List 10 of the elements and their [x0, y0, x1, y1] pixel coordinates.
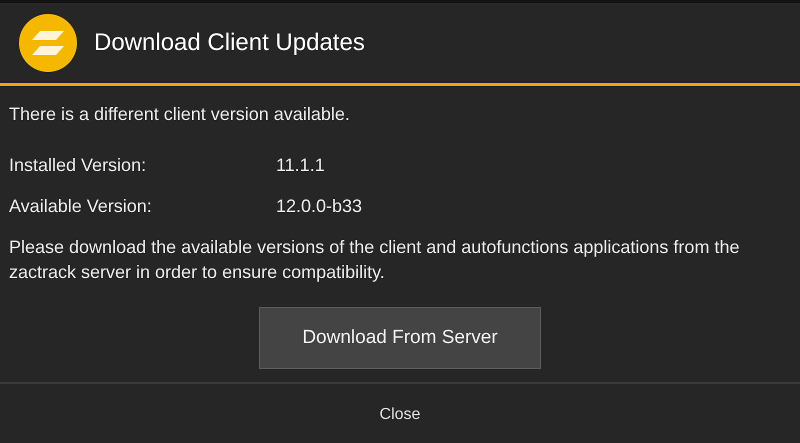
- note-text: Please download the available versions of the client and autofunctions applications from the zactrack server in order to ensure compatibility.: [9, 236, 740, 284]
- version-label: Available Version:: [9, 196, 153, 217]
- version-label: Installed Version:: [9, 155, 148, 176]
- close-button[interactable]: Close: [368, 400, 432, 430]
- version-value: 12.0.0-b33: [276, 196, 364, 217]
- message-text: There is a different client version available.: [9, 104, 351, 125]
- logo-icon: [18, 13, 78, 73]
- download-button[interactable]: Download From Server: [259, 307, 541, 369]
- version-value: 11.1.1: [276, 155, 326, 176]
- dialog-title: Download Client Updates: [94, 29, 365, 57]
